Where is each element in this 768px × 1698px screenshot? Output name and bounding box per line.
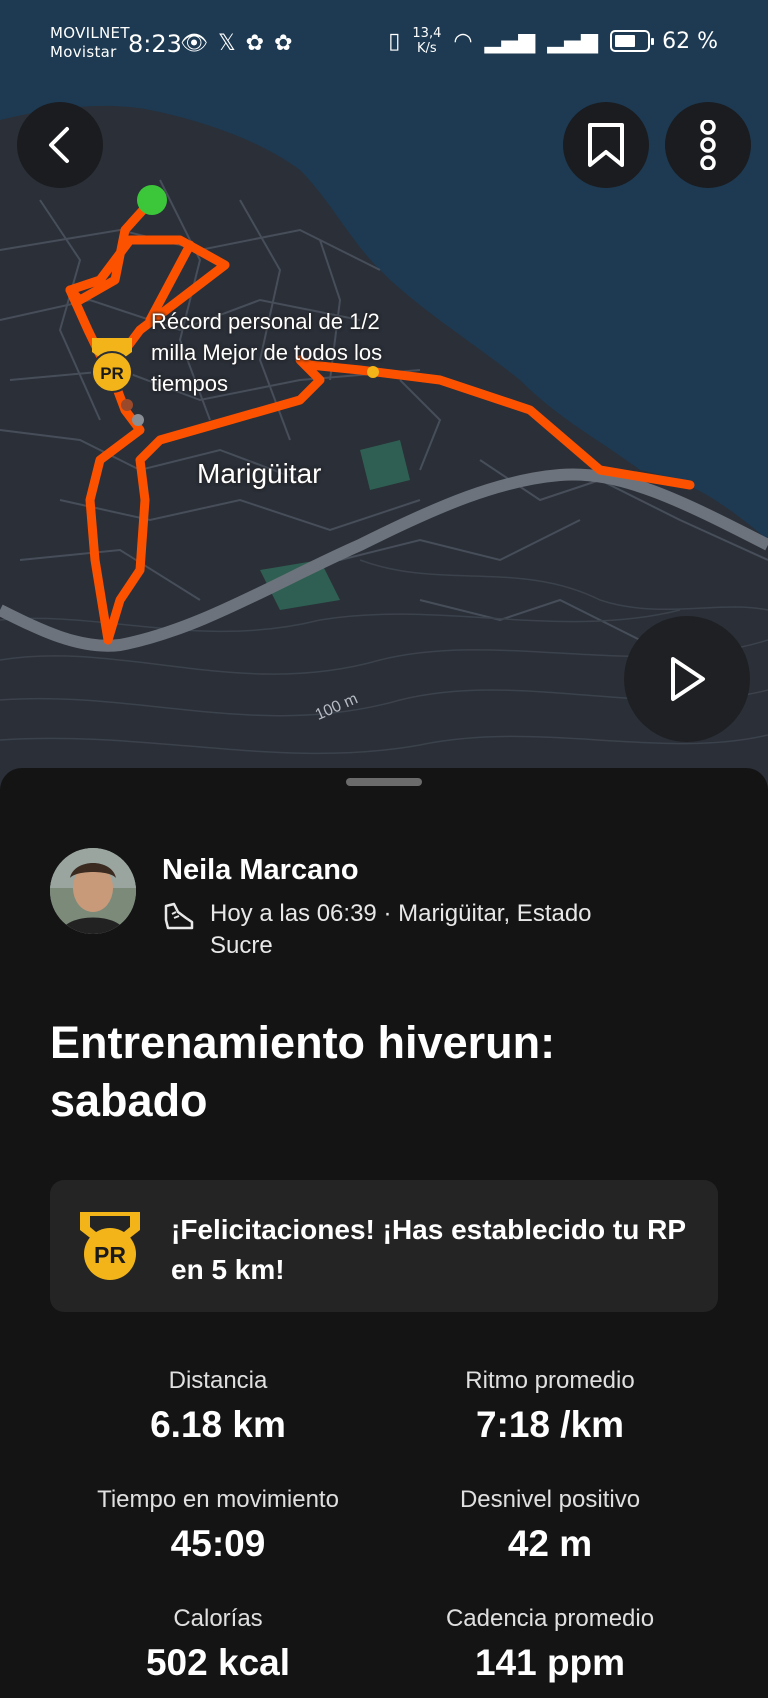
stat-value: 45:09: [170, 1523, 266, 1564]
x-app-icon: 𝕏: [217, 30, 236, 55]
stat-label: Desnivel positivo: [459, 1486, 641, 1513]
stat-label: Distancia: [168, 1367, 268, 1394]
clock: 8:23: [128, 30, 182, 58]
stat-label: Ritmo promedio: [465, 1367, 635, 1394]
activity-meta: Hoy a las 06:39 · Marigüitar, Estado Suc…: [162, 898, 640, 962]
net-speed: 13,4 K/s: [412, 26, 441, 56]
play-flyover-button[interactable]: [624, 616, 750, 742]
pr-message: ¡Felicitaciones! ¡Has establecido tu RP …: [171, 1214, 686, 1285]
more-options-button[interactable]: [665, 102, 751, 188]
pr-map-annotation: Récord personal de 1/2 milla Mejor de to…: [151, 309, 383, 396]
pr-achievement-card[interactable]: PR ¡Felicitaciones! ¡Has establecido tu …: [50, 1180, 718, 1312]
sheet-drag-handle[interactable]: [346, 778, 422, 786]
battery-icon: [610, 30, 655, 52]
wifi-icon: ◠: [453, 28, 473, 54]
activity-date-location: Hoy a las 06:39 · Marigüitar, Estado Suc…: [210, 900, 592, 959]
signal-icon: ▂▄▆: [484, 28, 536, 54]
pr-badge-text: PR: [94, 1242, 126, 1268]
stat-label: Tiempo en movimiento: [97, 1486, 339, 1513]
stat-label: Cadencia promedio: [445, 1605, 655, 1632]
pr-medal-icon: PR: [80, 1212, 140, 1280]
pr-medal-icon: PR: [91, 338, 133, 393]
stat-distance: Distancia 6.18 km: [48, 1366, 388, 1448]
stat-label: Calorías: [173, 1605, 263, 1632]
back-button[interactable]: [17, 102, 103, 188]
stat-elevation-gain: Desnivel positivo 42 m: [380, 1485, 720, 1567]
carrier-names: MOVILNET Movistar: [50, 24, 130, 62]
stat-avg-cadence: Cadencia promedio 141 ppm: [380, 1604, 720, 1686]
more-vertical-icon: [700, 120, 716, 170]
signal-icon: ▂▄▆: [547, 28, 599, 54]
vibrate-icon: ▯: [388, 28, 401, 54]
running-shoe-icon: [164, 902, 194, 930]
avatar-image: [50, 848, 136, 934]
carrier-1: MOVILNET: [50, 24, 130, 42]
stat-avg-pace: Ritmo promedio 7:18 /km: [380, 1366, 720, 1448]
stat-calories: Calorías 502 kcal: [48, 1604, 388, 1686]
system-icons: ▯ 13,4 K/s ◠ ▂▄▆ ▂▄▆ 62 %: [388, 26, 718, 56]
town-label: Marigüitar: [197, 458, 322, 489]
athlete-name[interactable]: Neila Marcano: [162, 854, 359, 887]
svg-text:PR: PR: [100, 364, 124, 383]
stat-value: 502 kcal: [145, 1642, 291, 1683]
play-icon: [671, 657, 705, 701]
battery-percent: 62 %: [662, 28, 718, 54]
activity-title: Entrenamiento hiverun: sabado: [50, 1017, 556, 1126]
eye-icon: 👁: [180, 30, 208, 55]
avatar[interactable]: [50, 848, 136, 934]
leaf-icon: ✿: [274, 30, 293, 55]
start-marker: [137, 185, 167, 215]
notification-icons: 👁 𝕏 ✿ ✿: [180, 30, 293, 56]
activity-sheet: Neila Marcano Hoy a las 06:39 · Marigüit…: [0, 768, 768, 1698]
carrier-2: Movistar: [50, 43, 117, 61]
bookmark-button[interactable]: [563, 102, 649, 188]
stat-value: 6.18 km: [150, 1404, 286, 1445]
net-speed-value: 13,4: [412, 26, 442, 41]
status-bar: MOVILNET Movistar 8:23 👁 𝕏 ✿ ✿ ▯ 13,4 K/…: [0, 0, 768, 92]
stat-moving-time: Tiempo en movimiento 45:09: [48, 1485, 388, 1567]
leaf-icon: ✿: [245, 30, 265, 55]
stat-value: 42 m: [507, 1523, 593, 1564]
net-speed-unit: K/s: [417, 41, 437, 56]
stat-value: 141 ppm: [474, 1642, 626, 1683]
bookmark-icon: [588, 123, 624, 167]
chevron-left-icon: [49, 127, 69, 163]
stat-value: 7:18 /km: [475, 1404, 625, 1445]
